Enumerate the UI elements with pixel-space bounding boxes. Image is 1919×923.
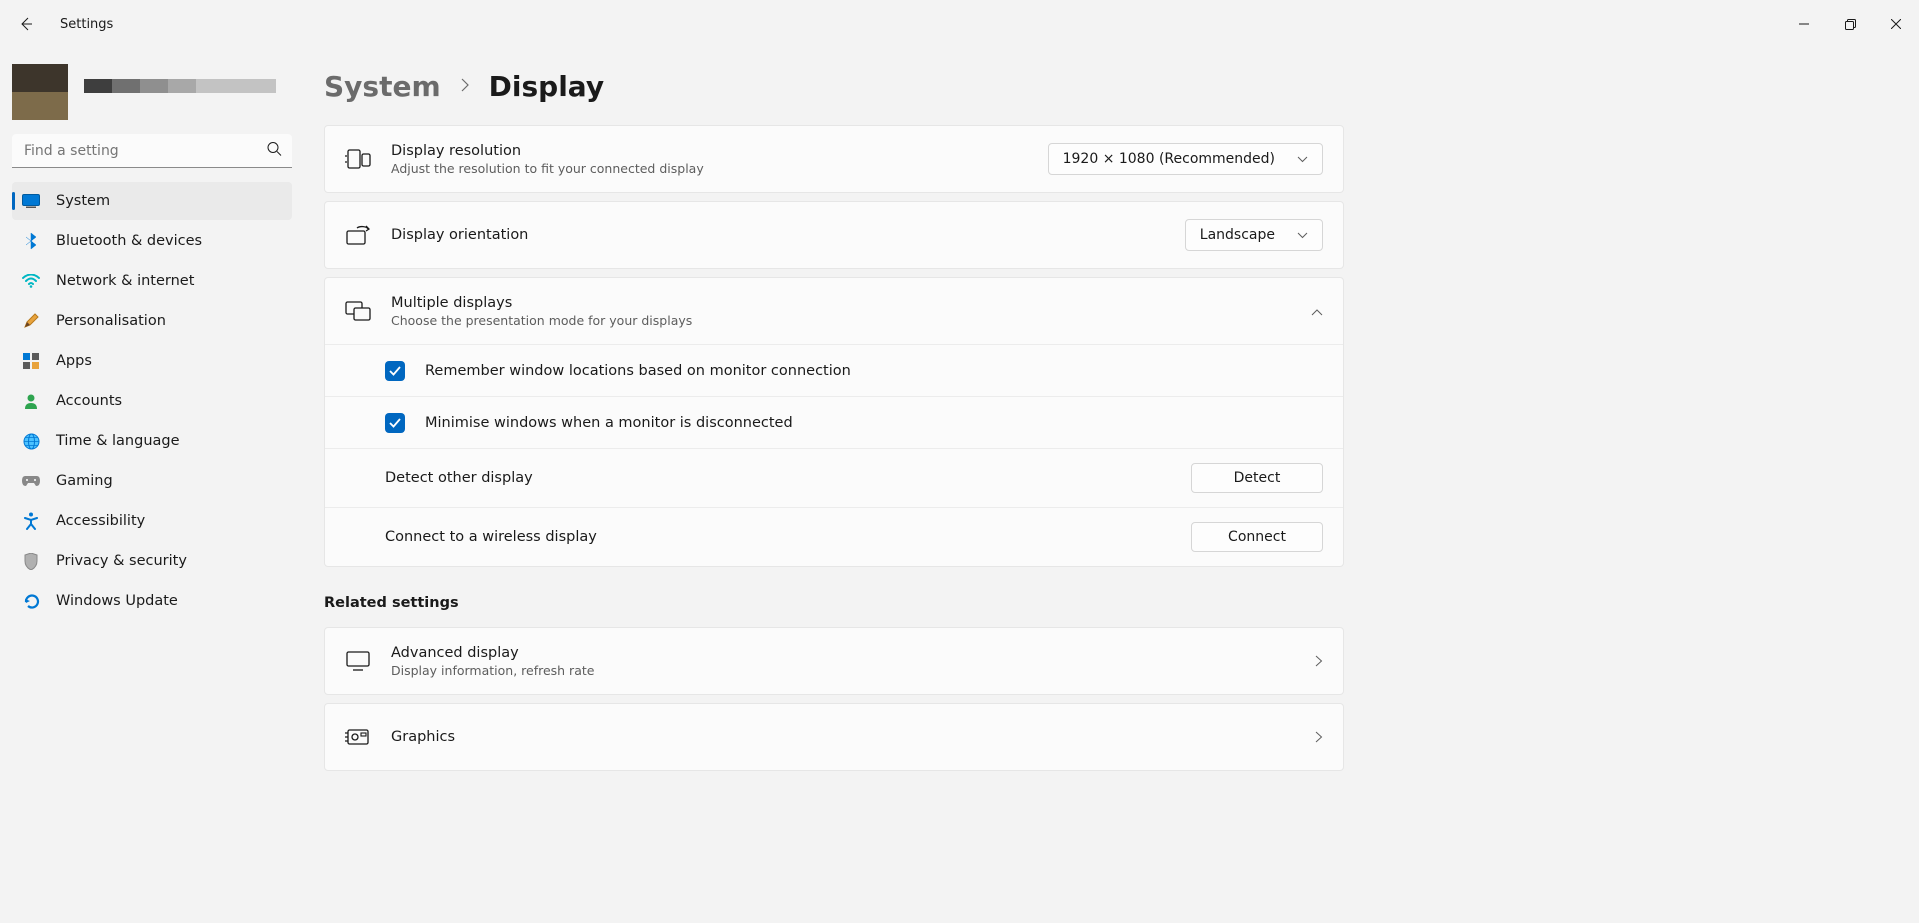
minimise-windows-row: Minimise windows when a monitor is disco… [325, 396, 1343, 448]
minimize-icon [1799, 19, 1809, 29]
avatar [12, 64, 68, 120]
sidebar-item-apps[interactable]: Apps [12, 342, 292, 380]
chevron-right-icon [459, 77, 471, 96]
card-advanced-display[interactable]: Advanced display Display information, re… [324, 627, 1344, 695]
minimize-button[interactable] [1781, 0, 1827, 48]
sidebar-item-accounts[interactable]: Accounts [12, 382, 292, 420]
titlebar: Settings [0, 0, 1919, 48]
row-label: Connect to a wireless display [385, 529, 1171, 545]
checkbox-label: Minimise windows when a monitor is disco… [425, 415, 793, 431]
sidebar-item-accessibility[interactable]: Accessibility [12, 502, 292, 540]
nav: System Bluetooth & devices Network & int… [12, 182, 292, 620]
apps-icon [22, 352, 40, 370]
card-title: Graphics [391, 729, 1295, 745]
sidebar-item-bluetooth[interactable]: Bluetooth & devices [12, 222, 292, 260]
arrow-left-icon [18, 16, 34, 32]
checkbox-label: Remember window locations based on monit… [425, 363, 851, 379]
sidebar-item-windows-update[interactable]: Windows Update [12, 582, 292, 620]
sidebar-item-label: Personalisation [56, 313, 166, 329]
sidebar-item-personalisation[interactable]: Personalisation [12, 302, 292, 340]
bluetooth-icon [22, 232, 40, 250]
breadcrumb-parent[interactable]: System [324, 70, 441, 103]
remember-locations-row: Remember window locations based on monit… [325, 344, 1343, 396]
minimise-windows-checkbox[interactable] [385, 413, 405, 433]
sidebar-item-label: Apps [56, 353, 92, 369]
related-settings-header: Related settings [324, 575, 1344, 619]
card-title: Display orientation [391, 227, 1165, 243]
multiple-displays-icon [345, 298, 371, 324]
card-title: Multiple displays [391, 295, 1291, 311]
close-icon [1891, 19, 1901, 29]
card-title: Advanced display [391, 645, 1295, 661]
sidebar-item-label: Windows Update [56, 593, 178, 609]
shield-icon [22, 552, 40, 570]
sidebar-item-network[interactable]: Network & internet [12, 262, 292, 300]
sidebar-item-system[interactable]: System [12, 182, 292, 220]
search-input[interactable] [12, 134, 292, 168]
profile-row[interactable] [12, 48, 292, 134]
card-display-orientation: Display orientation Landscape [324, 201, 1344, 269]
breadcrumb-current: Display [489, 70, 604, 103]
sidebar-item-label: Bluetooth & devices [56, 233, 202, 249]
main: System Display Display resolution Adjust… [300, 48, 1919, 923]
paintbrush-icon [22, 312, 40, 330]
sidebar-item-label: Time & language [56, 433, 180, 449]
resolution-dropdown[interactable]: 1920 × 1080 (Recommended) [1048, 143, 1323, 175]
wifi-icon [22, 272, 40, 290]
card-display-resolution: Display resolution Adjust the resolution… [324, 125, 1344, 193]
dropdown-value: 1920 × 1080 (Recommended) [1063, 151, 1275, 167]
sidebar-item-label: Network & internet [56, 273, 194, 289]
update-icon [22, 592, 40, 610]
sidebar-item-label: Accessibility [56, 513, 145, 529]
person-icon [22, 392, 40, 410]
remember-locations-checkbox[interactable] [385, 361, 405, 381]
card-multiple-displays: Multiple displays Choose the presentatio… [324, 277, 1344, 567]
maximize-button[interactable] [1827, 0, 1873, 48]
back-button[interactable] [12, 10, 40, 38]
graphics-icon [345, 724, 371, 750]
chevron-down-icon [1297, 151, 1308, 167]
window-controls [1781, 0, 1919, 48]
sidebar-item-time-language[interactable]: Time & language [12, 422, 292, 460]
sidebar-item-label: Privacy & security [56, 553, 187, 569]
chevron-up-icon [1311, 302, 1323, 321]
card-title: Display resolution [391, 143, 1028, 159]
close-button[interactable] [1873, 0, 1919, 48]
search-wrap [12, 134, 292, 168]
connect-button[interactable]: Connect [1191, 522, 1323, 552]
detect-button[interactable]: Detect [1191, 463, 1323, 493]
user-name-placeholder [84, 79, 276, 105]
globe-icon [22, 432, 40, 450]
sidebar-item-label: System [56, 193, 110, 209]
sidebar-item-privacy[interactable]: Privacy & security [12, 542, 292, 580]
window-title: Settings [60, 17, 113, 32]
orientation-icon [345, 222, 371, 248]
chevron-right-icon [1315, 728, 1323, 747]
card-subtitle: Adjust the resolution to fit your connec… [391, 161, 1028, 176]
sidebar-item-label: Gaming [56, 473, 113, 489]
card-graphics[interactable]: Graphics [324, 703, 1344, 771]
card-subtitle: Display information, refresh rate [391, 663, 1295, 678]
maximize-icon [1845, 19, 1856, 30]
row-label: Detect other display [385, 470, 1171, 486]
search-icon [267, 142, 282, 161]
resolution-icon [345, 146, 371, 172]
chevron-down-icon [1297, 227, 1308, 243]
chevron-right-icon [1315, 652, 1323, 671]
system-icon [22, 192, 40, 210]
multiple-displays-header[interactable]: Multiple displays Choose the presentatio… [325, 278, 1343, 344]
connect-wireless-row: Connect to a wireless display Connect [325, 507, 1343, 566]
accessibility-icon [22, 512, 40, 530]
monitor-icon [345, 648, 371, 674]
orientation-dropdown[interactable]: Landscape [1185, 219, 1323, 251]
sidebar-item-label: Accounts [56, 393, 122, 409]
detect-display-row: Detect other display Detect [325, 448, 1343, 507]
breadcrumb: System Display [324, 48, 1895, 125]
dropdown-value: Landscape [1200, 227, 1275, 243]
sidebar: System Bluetooth & devices Network & int… [0, 48, 300, 923]
card-subtitle: Choose the presentation mode for your di… [391, 313, 1291, 328]
gamepad-icon [22, 472, 40, 490]
sidebar-item-gaming[interactable]: Gaming [12, 462, 292, 500]
